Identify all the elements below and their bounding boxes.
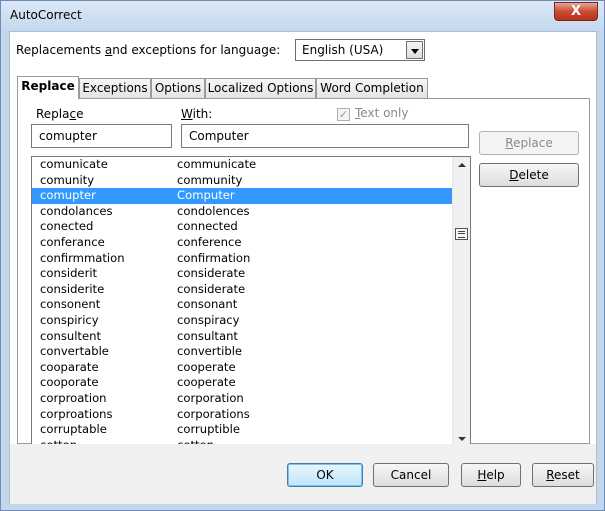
tab-localized-options[interactable]: Localized Options — [205, 78, 316, 98]
list-item-with: conspiracy — [177, 312, 240, 327]
list-item-with: connected — [177, 219, 238, 234]
list-item-replace: cooparate — [40, 359, 99, 374]
chevron-down-icon[interactable] — [406, 41, 423, 59]
with-input[interactable]: Computer — [181, 124, 469, 148]
list-item-replace: consultent — [40, 328, 101, 343]
list-item-replace: confirmmation — [40, 250, 125, 265]
help-button[interactable]: Help — [461, 463, 521, 487]
list-item-with: corporation — [177, 390, 244, 405]
list-item-with: considerate — [177, 266, 246, 281]
with-label: With: — [181, 107, 213, 121]
tab-replace[interactable]: Replace — [17, 76, 79, 99]
close-icon: X — [570, 4, 582, 19]
list-item-replace: considerit — [40, 266, 98, 281]
list-scrollbar[interactable] — [452, 157, 470, 447]
replace-button[interactable]: Replace — [479, 131, 579, 155]
list-item-with: community — [177, 172, 243, 187]
list-item-replace: convertable — [40, 344, 109, 359]
list-item-with: consultant — [177, 328, 238, 343]
list-item[interactable]: consonent consonant — [32, 297, 453, 313]
language-label: Replacements and exceptions for language… — [16, 43, 281, 57]
list-item-with: confirmation — [177, 250, 251, 265]
autocorrect-dialog: AutoCorrect X Replacements and exception… — [0, 0, 605, 511]
list-item-replace: corproation — [40, 390, 107, 405]
delete-button[interactable]: Delete — [479, 163, 579, 187]
list-item[interactable]: cooporate cooperate — [32, 375, 453, 391]
list-item[interactable]: cooparate cooperate — [32, 360, 453, 376]
list-item-with: communicate — [177, 157, 257, 171]
list-item-replace: conspiricy — [40, 312, 99, 327]
list-item-replace: conected — [40, 219, 94, 234]
list-item[interactable]: corruptable corruptible — [32, 422, 453, 438]
tab-options[interactable]: Options — [151, 78, 205, 98]
list-item[interactable]: condolances condolences — [32, 204, 453, 220]
list-item-with: conference — [177, 234, 242, 249]
autocorrect-list[interactable]: comunicate communicate comunity community co… — [31, 156, 471, 448]
title-bar[interactable]: AutoCorrect X — [1, 1, 604, 31]
list-item-with: cooperate — [177, 375, 236, 390]
list-item[interactable]: considerite considerate — [32, 282, 453, 298]
scroll-up-icon[interactable] — [453, 157, 470, 174]
tab-exceptions[interactable]: Exceptions — [79, 78, 151, 98]
list-item-with: cooperate — [177, 359, 236, 374]
list-item-replace: comupter — [40, 188, 96, 203]
text-only-label: Text only — [355, 106, 409, 120]
list-item-with: condolences — [177, 203, 250, 218]
list-item-with: corporations — [177, 406, 250, 421]
dialog-footer: OK Cancel Help Reset — [10, 444, 596, 504]
tab-word-completion[interactable]: Word Completion — [316, 78, 428, 98]
reset-button[interactable]: Reset — [532, 463, 594, 487]
replace-input[interactable]: comupter — [31, 124, 172, 148]
window-title: AutoCorrect — [10, 8, 82, 22]
list-item[interactable]: corproation corporation — [32, 391, 453, 407]
list-item-with: corruptible — [177, 422, 240, 437]
language-select[interactable]: English (USA) — [295, 39, 425, 61]
cancel-button[interactable]: Cancel — [373, 463, 449, 487]
dialog-body: Replacements and exceptions for language… — [9, 31, 597, 504]
list-item[interactable]: convertable convertible — [32, 344, 453, 360]
list-item-with: Computer — [177, 188, 235, 203]
list-item[interactable]: comupter Computer — [32, 188, 453, 204]
list-item[interactable]: conferance conference — [32, 235, 453, 251]
list-item-replace: cooporate — [40, 375, 99, 390]
scroll-thumb[interactable] — [455, 228, 468, 240]
list-item-replace: comunity — [40, 172, 95, 187]
language-select-value: English (USA) — [302, 43, 384, 57]
list-item[interactable]: confirmmation confirmation — [32, 251, 453, 267]
list-item-replace: considerite — [40, 281, 105, 296]
ok-button[interactable]: OK — [287, 463, 363, 487]
list-item[interactable]: conspiricy conspiracy — [32, 313, 453, 329]
list-item-replace: corproations — [40, 406, 113, 421]
autocorrect-rows: comunicate communicate comunity community co… — [32, 157, 453, 447]
list-item[interactable]: conected connected — [32, 219, 453, 235]
list-item-with: convertible — [177, 344, 243, 359]
list-item-with: consonant — [177, 297, 238, 312]
list-item[interactable]: consultent consultant — [32, 329, 453, 345]
list-item[interactable]: considerit considerate — [32, 266, 453, 282]
list-item[interactable]: comunity community — [32, 173, 453, 189]
list-item-replace: consonent — [40, 297, 101, 312]
list-item-replace: comunicate — [40, 157, 108, 171]
list-item-replace: conferance — [40, 234, 105, 249]
list-item-with: considerate — [177, 281, 246, 296]
text-only-checkbox[interactable]: ✓ — [337, 108, 350, 121]
list-item[interactable]: comunicate communicate — [32, 157, 453, 173]
list-item-replace: condolances — [40, 203, 113, 218]
list-item-replace: corruptable — [40, 422, 107, 437]
close-button[interactable]: X — [554, 2, 598, 21]
list-item[interactable]: corproations corporations — [32, 407, 453, 423]
replace-label: Replace — [36, 107, 84, 121]
